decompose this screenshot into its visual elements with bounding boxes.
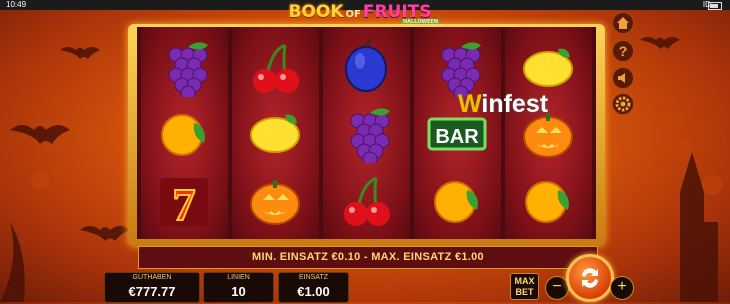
spin-icon	[582, 268, 598, 288]
home-button[interactable]	[612, 12, 634, 34]
pumpkin-symbol	[245, 170, 305, 230]
lines-value: 10	[231, 284, 246, 299]
lines-field[interactable]: LINIEN 10	[203, 272, 274, 303]
max-bet-line2: BET	[515, 287, 534, 297]
increase-bet-button[interactable]: +	[610, 276, 634, 300]
reel-2	[232, 27, 319, 239]
max-bet-line1: MAX	[514, 276, 535, 286]
bet-field[interactable]: EINSATZ €1.00	[278, 272, 349, 303]
bet-value: €1.00	[297, 284, 330, 299]
spin-button[interactable]	[566, 254, 614, 302]
help-icon: ?	[619, 43, 628, 59]
orange-symbol	[154, 103, 214, 163]
battery-icon	[708, 2, 722, 10]
max-bet-button[interactable]: MAX BET	[510, 273, 539, 300]
sound-icon	[618, 73, 625, 83]
bat-icon	[640, 37, 680, 49]
logo-of: OF	[345, 9, 361, 20]
seven-symbol: 7	[154, 170, 214, 231]
grapes-symbol	[154, 37, 214, 101]
lines-label: LINIEN	[227, 274, 250, 281]
svg-text:7: 7	[173, 179, 196, 230]
reel-4: BAR	[414, 27, 501, 239]
house-icon	[680, 152, 718, 302]
orange-symbol	[518, 170, 578, 230]
sound-button[interactable]	[612, 67, 634, 89]
bet-label: EINSATZ	[298, 274, 329, 281]
balance-label: GUTHABEN	[132, 274, 172, 281]
bat-icon	[80, 226, 130, 241]
orange-symbol	[427, 170, 487, 230]
grapes-symbol	[427, 37, 487, 101]
home-icon	[617, 17, 629, 29]
logo-book: BOOK	[288, 2, 344, 22]
reel-area: 7 BAR	[137, 27, 596, 239]
reel-3	[323, 27, 410, 239]
svg-text:?: ?	[619, 43, 628, 59]
balance-field: GUTHABEN €777.77	[104, 272, 200, 303]
bet-range-bar: MIN. EINSATZ €0.10 - MAX. EINSATZ €1.00	[138, 246, 598, 269]
watermark: Winfest	[458, 90, 549, 118]
balance-value: €777.77	[128, 284, 176, 299]
grapes-symbol	[336, 103, 396, 167]
settings-button[interactable]	[612, 93, 634, 115]
lemon-symbol	[245, 103, 305, 163]
cherries-symbol	[336, 170, 396, 230]
bat-icon	[10, 125, 70, 144]
cherries-symbol	[245, 37, 305, 97]
help-button[interactable]: ?	[612, 40, 634, 62]
plum-symbol	[336, 37, 396, 97]
clock: 10:49	[6, 0, 27, 9]
tree-icon	[0, 222, 25, 302]
bat-icon	[60, 47, 100, 59]
reel-1: 7	[141, 27, 228, 239]
svg-text:BAR: BAR	[435, 126, 479, 148]
reel-5	[505, 27, 592, 239]
lemon-symbol	[518, 37, 578, 97]
settings-icon	[615, 96, 631, 112]
